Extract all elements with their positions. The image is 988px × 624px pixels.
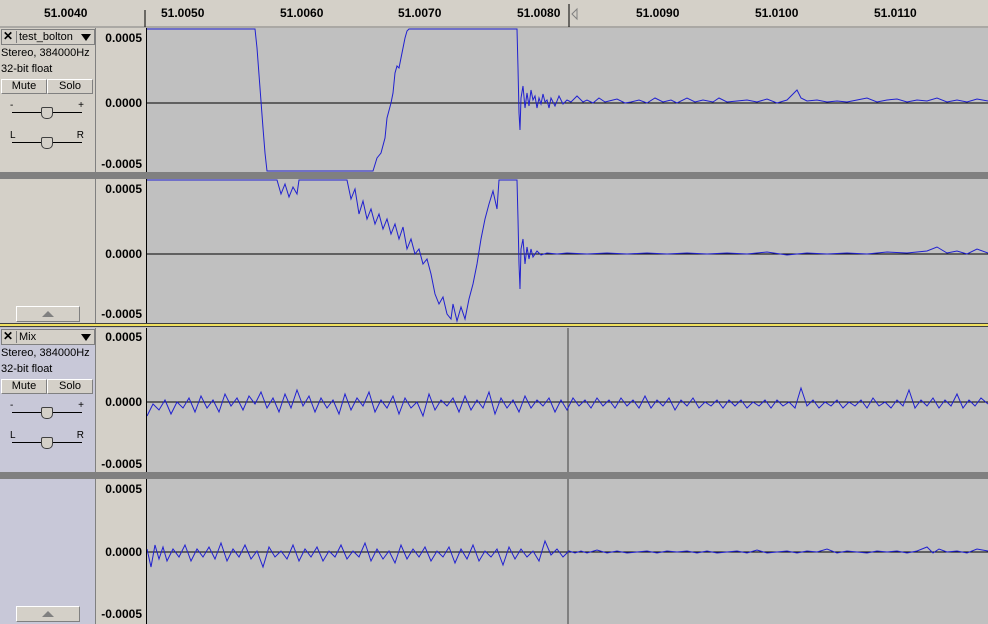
- track-bit-depth: 32-bit float: [1, 63, 53, 75]
- pan-slider-thumb[interactable]: [41, 437, 53, 449]
- waveform-right-channel[interactable]: [147, 179, 988, 323]
- mute-button[interactable]: Mute: [1, 79, 47, 94]
- waveform-left-channel[interactable]: [147, 328, 988, 472]
- pan-left-label: L: [10, 130, 16, 141]
- waveform-left-channel[interactable]: [147, 28, 988, 172]
- pan-slider[interactable]: L R: [8, 130, 86, 150]
- pan-right-label: R: [76, 130, 84, 141]
- close-icon[interactable]: ✕: [3, 29, 13, 43]
- gain-minus-label: -: [10, 100, 14, 111]
- track-name[interactable]: test_bolton: [16, 31, 79, 43]
- gain-plus-label: +: [78, 100, 84, 111]
- timeline-ruler[interactable]: 51.0040 51.0050 51.0060 51.0070 51.0080 …: [0, 0, 988, 29]
- amplitude-label: -0.0005: [101, 157, 142, 171]
- pan-slider[interactable]: L R: [8, 430, 86, 450]
- gain-plus-label: +: [78, 400, 84, 411]
- collapse-track-button[interactable]: [16, 606, 80, 622]
- ruler-label: 51.0040: [44, 6, 88, 20]
- chevron-up-icon: [42, 611, 54, 617]
- amplitude-label: 0.0005: [105, 31, 142, 45]
- amplitude-ruler-left: 0.0005 0.0000 -0.0005: [96, 28, 147, 172]
- amplitude-label: 0.0000: [105, 96, 142, 110]
- ruler-label: 51.0110: [874, 6, 917, 20]
- solo-button[interactable]: Solo: [47, 379, 93, 394]
- gain-slider-thumb[interactable]: [41, 407, 53, 419]
- track-format: Stereo, 384000Hz: [1, 47, 90, 59]
- mute-button[interactable]: Mute: [1, 379, 47, 394]
- chevron-up-icon: [42, 311, 54, 317]
- track-format: Stereo, 384000Hz: [1, 347, 90, 359]
- amplitude-label: -0.0005: [101, 457, 142, 471]
- ruler-label: 51.0050: [161, 6, 205, 20]
- pan-left-label: L: [10, 430, 16, 441]
- amplitude-label: 0.0005: [105, 330, 142, 344]
- ruler-label: 51.0100: [755, 6, 799, 20]
- amplitude-label: 0.0005: [105, 482, 142, 496]
- track-title-bar[interactable]: ✕ Mix: [1, 329, 95, 345]
- audio-track-test-bolton[interactable]: ✕ test_bolton Stereo, 384000Hz 32-bit fl…: [0, 28, 988, 323]
- gain-slider[interactable]: - +: [8, 100, 86, 120]
- amplitude-label: 0.0000: [105, 247, 142, 261]
- pan-right-label: R: [76, 430, 84, 441]
- playhead-marker-icon: [571, 7, 578, 21]
- amplitude-ruler-left: 0.0005 0.0000 -0.0005: [96, 328, 147, 472]
- amplitude-label: -0.0005: [101, 607, 142, 621]
- solo-button[interactable]: Solo: [47, 79, 93, 94]
- ruler-label: 51.0070: [398, 6, 442, 20]
- track-name[interactable]: Mix: [16, 331, 79, 343]
- gain-slider[interactable]: - +: [8, 400, 86, 420]
- ruler-label: 51.0080: [517, 6, 561, 20]
- chevron-down-icon[interactable]: [81, 334, 91, 341]
- channel-separator: [0, 472, 988, 479]
- pan-slider-thumb[interactable]: [41, 137, 53, 149]
- amplitude-ruler-right: 0.0005 0.0000 -0.0005: [96, 479, 147, 624]
- amplitude-label: 0.0005: [105, 182, 142, 196]
- channel-separator: [0, 172, 988, 179]
- amplitude-label: -0.0005: [101, 307, 142, 321]
- track-title-bar[interactable]: ✕ test_bolton: [1, 29, 95, 45]
- waveform-right-channel[interactable]: [147, 479, 988, 624]
- track-bit-depth: 32-bit float: [1, 363, 53, 375]
- chevron-down-icon[interactable]: [81, 34, 91, 41]
- gain-slider-thumb[interactable]: [41, 107, 53, 119]
- amplitude-ruler-right: 0.0005 0.0000 -0.0005: [96, 179, 147, 323]
- collapse-track-button[interactable]: [16, 306, 80, 322]
- amplitude-label: 0.0000: [105, 395, 142, 409]
- ruler-label: 51.0060: [280, 6, 324, 20]
- ruler-label: 51.0090: [636, 6, 680, 20]
- close-icon[interactable]: ✕: [3, 329, 13, 343]
- ruler-ticks: [0, 4, 988, 28]
- gain-minus-label: -: [10, 400, 14, 411]
- audio-track-mix[interactable]: ✕ Mix Stereo, 384000Hz 32-bit float Mute…: [0, 328, 988, 624]
- amplitude-label: 0.0000: [105, 545, 142, 559]
